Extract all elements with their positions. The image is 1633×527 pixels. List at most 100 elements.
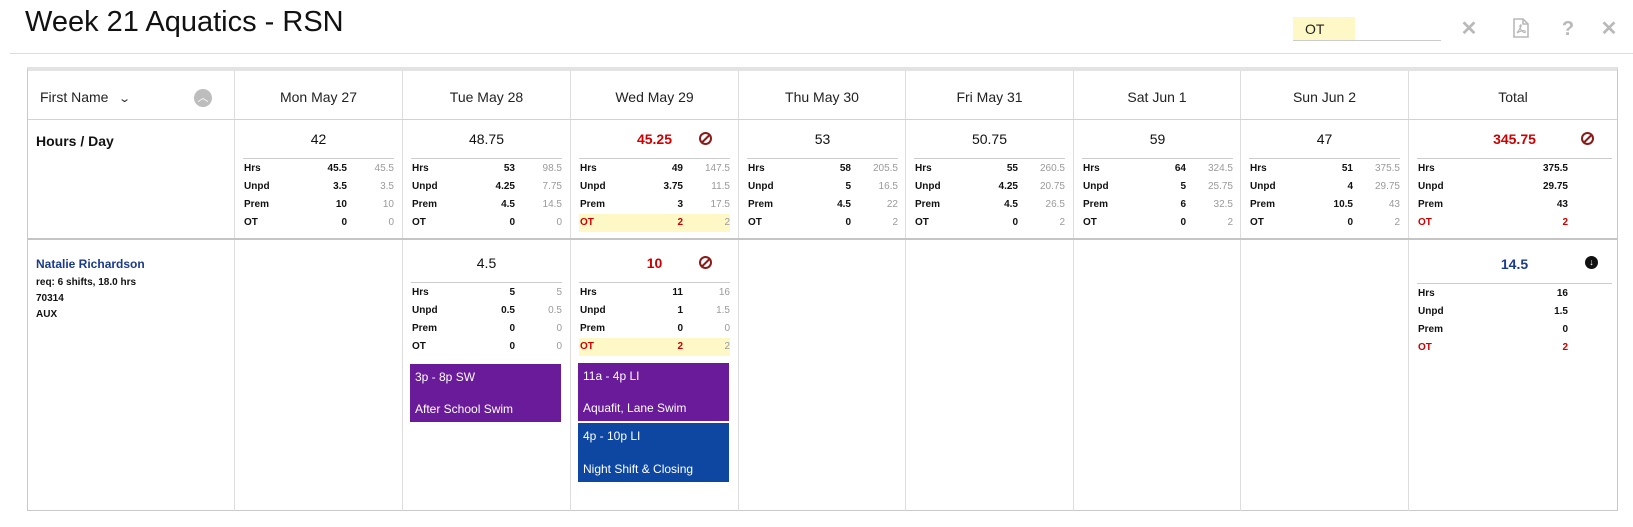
- divider: [1249, 158, 1400, 159]
- stat-label: OT: [1418, 342, 1432, 353]
- employee-id: 70314: [36, 293, 64, 304]
- collapse-icon[interactable]: ︿: [194, 89, 212, 107]
- stat-row-prem: Prem 6 32.5: [1082, 196, 1233, 214]
- stat-value: 49: [671, 163, 683, 174]
- stat-row-unpd: Unpd 3.75 11.5: [579, 178, 730, 196]
- stat-label: Prem: [580, 199, 606, 210]
- stat-value: 0: [845, 217, 851, 228]
- stat-label: Prem: [748, 199, 774, 210]
- stat-label: Prem: [1418, 324, 1444, 335]
- stat-cumulative: 0: [556, 217, 562, 228]
- stat-value: 10.5: [1333, 199, 1353, 210]
- stat-row-ot: OT 0 2: [914, 214, 1065, 232]
- stat-label: OT: [412, 217, 426, 228]
- divider: [914, 158, 1065, 159]
- stat-label: OT: [412, 341, 426, 352]
- stat-cumulative: 1.5: [716, 305, 730, 316]
- stat-label: Unpd: [244, 181, 270, 192]
- stat-row-ot: OT 0 2: [1249, 214, 1400, 232]
- stat-row-hrs: Hrs 49 147.5: [579, 160, 730, 178]
- filter-input[interactable]: [1293, 17, 1355, 40]
- stat-cumulative: 32.5: [1213, 199, 1233, 210]
- stat-value: 5: [1180, 181, 1186, 192]
- stat-row-unpd: Unpd 1.5: [1417, 303, 1612, 321]
- stat-value: 2: [1562, 342, 1568, 353]
- employee-name[interactable]: Natalie Richardson: [36, 257, 145, 271]
- stat-cumulative: 0: [388, 217, 394, 228]
- stat-value: 4.5: [501, 199, 515, 210]
- day-header: Tue May 28: [449, 89, 524, 105]
- expand-icon[interactable]: ↓: [1585, 256, 1598, 269]
- stat-label: Prem: [244, 199, 270, 210]
- stat-value: 43: [1556, 199, 1568, 210]
- sort-dropdown[interactable]: First Name ⌄: [40, 71, 132, 123]
- stat-row-hrs: Hrs 11 16: [579, 284, 730, 302]
- stat-row-hrs: Hrs 53 98.5: [411, 160, 562, 178]
- stat-label: OT: [1418, 217, 1432, 228]
- shift-time: 4p - 10p LI: [583, 429, 641, 443]
- shift-block[interactable]: 11a - 4p LI Aquafit, Lane Swim: [578, 363, 729, 421]
- stat-row-hrs: Hrs 5 5: [411, 284, 562, 302]
- stat-row-hrs: Hrs 58 205.5: [747, 160, 898, 178]
- stat-value: 3.75: [663, 181, 683, 192]
- shift-time: 11a - 4p LI: [583, 369, 640, 383]
- stat-value: 2: [677, 341, 683, 352]
- stat-value: 10: [335, 199, 347, 210]
- stat-label: Unpd: [1250, 181, 1276, 192]
- column-divider: [1408, 71, 1409, 511]
- stat-row-hrs: Hrs 45.5 45.5: [243, 160, 394, 178]
- stat-label: Hrs: [915, 163, 932, 174]
- divider: [579, 158, 730, 159]
- stat-value: 16: [1556, 288, 1568, 299]
- stat-cumulative: 0: [556, 341, 562, 352]
- help-icon[interactable]: ?: [1557, 18, 1579, 40]
- stat-label: Hrs: [1250, 163, 1267, 174]
- stat-cumulative: 43: [1388, 199, 1400, 210]
- column-divider: [402, 71, 403, 511]
- stat-cumulative: 26.5: [1045, 199, 1065, 210]
- hours-value: 47: [1316, 131, 1333, 147]
- shift-block[interactable]: 4p - 10p LI Night Shift & Closing: [578, 423, 729, 482]
- stat-value: 4: [1347, 181, 1353, 192]
- stat-row-ot: OT 0 0: [411, 338, 562, 356]
- divider: [411, 282, 562, 283]
- stat-row-ot: OT 2 2: [579, 338, 730, 356]
- total-summary: 345.75 Hrs 375.5 Unpd 29.75 Prem 43 OT 2: [1417, 127, 1612, 232]
- header-divider: [10, 53, 1633, 54]
- day-header: Fri May 31: [956, 89, 1023, 105]
- stat-row-hrs: Hrs 16: [1417, 285, 1612, 303]
- day-summary: 45.25 Hrs 49 147.5 Unpd 3.75 11.5 Prem 3 17.5 OT 2 2: [579, 127, 730, 232]
- stat-value: 0: [1180, 217, 1186, 228]
- day-summary: 47 Hrs 51 375.5 Unpd 4 29.75 Prem 10.5 43 OT 0 2: [1249, 127, 1400, 232]
- day-summary: 4.5 Hrs 5 5 Unpd 0.5 0.5 Prem 0 0 OT 0 0: [411, 251, 562, 356]
- stat-cumulative: 10: [382, 199, 394, 210]
- column-divider: [234, 71, 235, 511]
- stat-row-prem: Prem 0 0: [411, 320, 562, 338]
- stat-row-unpd: Unpd 5 25.75: [1082, 178, 1233, 196]
- day-summary: 10 Hrs 11 16 Unpd 1 1.5 Prem 0 0 OT 2 2: [579, 251, 730, 356]
- hours-value: 59: [1149, 131, 1166, 147]
- stat-value: 0.5: [501, 305, 515, 316]
- stat-cumulative: 16: [718, 287, 730, 298]
- column-divider: [1240, 71, 1241, 511]
- divider: [1082, 158, 1233, 159]
- pdf-icon[interactable]: [1510, 18, 1532, 40]
- day-summary: 53 Hrs 58 205.5 Unpd 5 16.5 Prem 4.5 22 OT 0 2: [747, 127, 898, 232]
- schedule-grid: First Name ⌄ ︿ Mon May 27 Tue May 28 Wed …: [27, 67, 1618, 511]
- shift-description: Aquafit, Lane Swim: [583, 401, 687, 415]
- stat-cumulative: 22: [886, 199, 898, 210]
- filter-field[interactable]: [1293, 17, 1441, 41]
- shift-description: After School Swim: [415, 402, 514, 416]
- stat-value: 4.25: [998, 181, 1018, 192]
- hours-per-day-label: Hours / Day: [36, 133, 114, 149]
- stat-row-unpd: Unpd 0.5 0.5: [411, 302, 562, 320]
- stat-row-prem: Prem 10 10: [243, 196, 394, 214]
- close-icon[interactable]: ✕: [1598, 18, 1620, 40]
- hours-value: 48.75: [468, 131, 505, 147]
- stat-label: OT: [1083, 217, 1097, 228]
- x-icon[interactable]: ✕: [1458, 18, 1480, 40]
- stat-cumulative: 324.5: [1207, 163, 1233, 174]
- stat-label: OT: [580, 341, 594, 352]
- shift-block[interactable]: 3p - 8p SW After School Swim: [410, 364, 561, 422]
- hours-value: 14.5: [1500, 256, 1529, 272]
